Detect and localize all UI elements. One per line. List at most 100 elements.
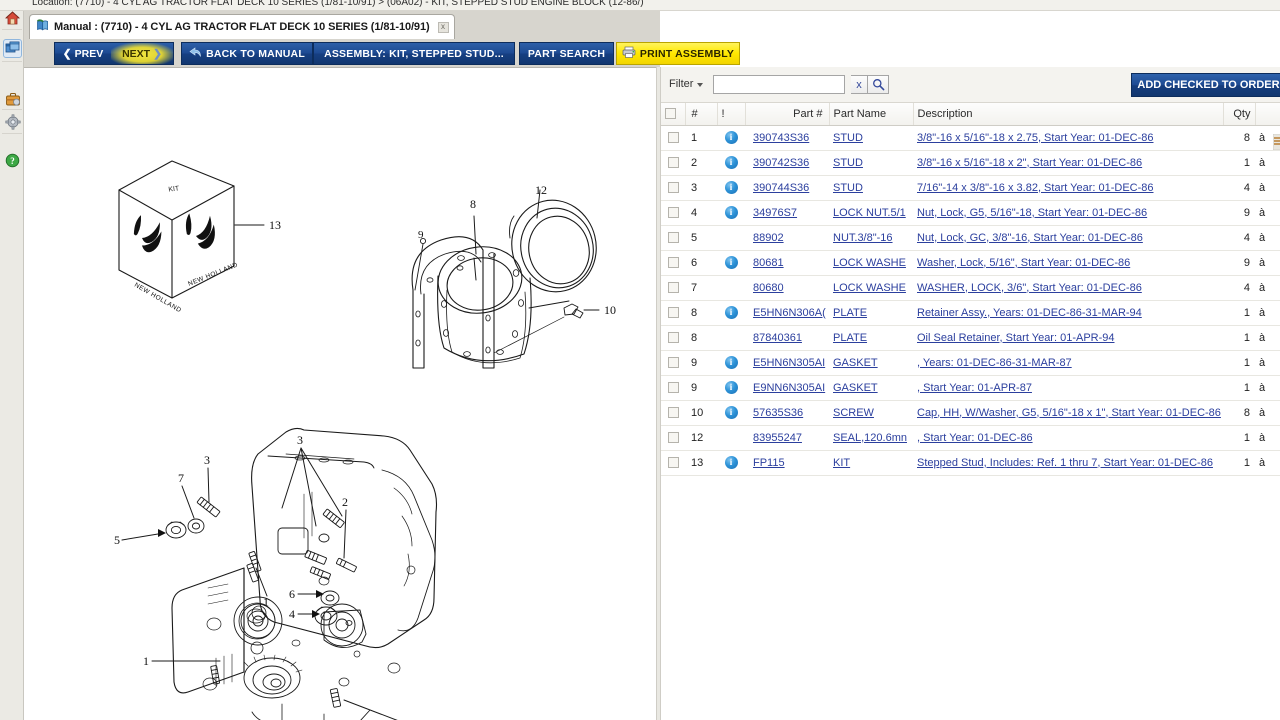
description-link[interactable]: 3/8"-16 x 5/16"-18 x 2", Start Year: 01-… (917, 157, 1142, 169)
row-checkbox[interactable] (667, 132, 679, 144)
row-info-cell[interactable]: i (717, 300, 745, 326)
part-no-link[interactable]: FP115 (753, 457, 785, 469)
row-description[interactable]: Stepped Stud, Includes: Ref. 1 thru 7, S… (913, 450, 1223, 476)
row-description[interactable]: 7/16"-14 x 3/8"-16 x 3.82, Start Year: 0… (913, 175, 1223, 201)
description-link[interactable]: Washer, Lock, 5/16", Start Year: 01-DEC-… (917, 257, 1130, 269)
search-icon[interactable] (868, 75, 889, 94)
row-part-name[interactable]: NUT.3/8"-16 (829, 225, 913, 251)
row-part-name[interactable]: LOCK NUT.5/1 (829, 200, 913, 226)
part-no-link[interactable]: E5HN6N306A( (753, 307, 826, 319)
info-icon[interactable]: i (724, 131, 738, 144)
description-link[interactable]: Nut, Lock, GC, 3/8"-16, Start Year: 01-D… (917, 232, 1143, 244)
row-part-name[interactable]: GASKET (829, 375, 913, 401)
prev-button[interactable]: ❮ PREV (55, 43, 111, 64)
info-icon[interactable]: i (724, 406, 738, 419)
row-description[interactable]: Oil Seal Retainer, Start Year: 01-APR-94 (913, 325, 1223, 351)
row-part-no[interactable]: FP115 (745, 450, 829, 476)
help-icon[interactable]: ? (3, 151, 22, 170)
part-name-link[interactable]: SEAL,120.6mn (833, 432, 907, 444)
table-row[interactable]: 8 87840361 PLATE Oil Seal Retainer, Start Y… (661, 325, 1280, 351)
filter-dropdown[interactable]: Filter (669, 78, 704, 90)
description-link[interactable]: 7/16"-14 x 3/8"-16 x 3.82, Start Year: 0… (917, 182, 1154, 194)
row-part-no[interactable]: 80681 (745, 250, 829, 276)
row-checkbox-cell[interactable] (661, 325, 685, 351)
description-link[interactable]: , Start Year: 01-APR-87 (917, 382, 1032, 394)
row-part-no[interactable]: E5HN6N306A( (745, 300, 829, 326)
column-header-info[interactable]: ! (717, 103, 746, 126)
tab-manual[interactable]: Manual : (7710) - 4 CYL AG TRACTOR FLAT … (29, 14, 455, 39)
row-info-cell[interactable]: i (717, 350, 745, 376)
row-checkbox[interactable] (667, 182, 679, 194)
windows-icon[interactable] (3, 39, 22, 58)
info-icon[interactable]: i (724, 181, 738, 194)
table-row[interactable]: 2 i 390742S36 STUD 3/8"-16 x 5/16"-18 x 2", … (661, 150, 1280, 176)
part-search-button[interactable]: PART SEARCH (519, 42, 614, 65)
row-info-cell[interactable]: i (717, 175, 745, 201)
row-checkbox[interactable] (667, 382, 679, 394)
info-icon[interactable]: i (724, 456, 738, 469)
table-row[interactable]: 12 83955247 SEAL,120.6mn , Start Year: 01-D… (661, 425, 1280, 451)
part-no-link[interactable]: 87840361 (753, 332, 802, 344)
table-row[interactable]: 5 88902 NUT.3/8"-16 Nut, Lock, GC, 3/8"-16,… (661, 225, 1280, 251)
row-checkbox-cell[interactable] (661, 150, 685, 176)
row-checkbox-cell[interactable] (661, 300, 685, 326)
add-checked-to-order-button[interactable]: ADD CHECKED TO ORDER (1131, 73, 1280, 97)
table-row[interactable]: 6 i 80681 LOCK WASHE Washer, Lock, 5/16", St… (661, 250, 1280, 276)
part-name-link[interactable]: STUD (833, 182, 863, 194)
row-description[interactable]: Cap, HH, W/Washer, G5, 5/16"-18 x 1", St… (913, 400, 1223, 426)
row-info-cell[interactable]: i (717, 150, 745, 176)
print-assembly-button[interactable]: PRINT ASSEMBLY (616, 42, 740, 65)
description-link[interactable]: , Years: 01-DEC-86-31-MAR-87 (917, 357, 1072, 369)
info-icon[interactable]: i (724, 381, 738, 394)
row-checkbox[interactable] (667, 332, 679, 344)
row-part-no[interactable]: 88902 (745, 225, 829, 251)
row-checkbox[interactable] (667, 407, 679, 419)
part-name-link[interactable]: NUT.3/8"-16 (833, 232, 893, 244)
table-row[interactable]: 3 i 390744S36 STUD 7/16"-14 x 3/8"-16 x 3.82… (661, 175, 1280, 201)
row-part-no[interactable]: 80680 (745, 275, 829, 301)
table-row[interactable]: 1 i 390743S36 STUD 3/8"-16 x 5/16"-18 x 2.75… (661, 125, 1280, 151)
row-part-no[interactable]: 57635S36 (745, 400, 829, 426)
row-extra[interactable]: à (1255, 325, 1280, 351)
part-name-link[interactable]: LOCK WASHE (833, 257, 906, 269)
row-checkbox-cell[interactable] (661, 275, 685, 301)
row-extra[interactable]: à (1255, 450, 1280, 476)
part-name-link[interactable]: KIT (833, 457, 850, 469)
info-icon[interactable]: i (724, 206, 738, 219)
info-icon[interactable]: i (724, 156, 738, 169)
row-description[interactable]: Nut, Lock, G5, 5/16"-18, Start Year: 01-… (913, 200, 1223, 226)
description-link[interactable]: , Start Year: 01-DEC-86 (917, 432, 1033, 444)
table-row[interactable]: 13 i FP115 KIT Stepped Stud, Includes: Ref. … (661, 450, 1280, 476)
briefcase-icon[interactable] (3, 89, 22, 108)
select-all-header[interactable] (661, 103, 686, 126)
row-part-no[interactable]: 83955247 (745, 425, 829, 451)
table-row[interactable]: 9 i E5HN6N305AI GASKET , Years: 01-DEC-86-31… (661, 350, 1280, 376)
column-header-extra[interactable] (1255, 103, 1280, 126)
row-checkbox-cell[interactable] (661, 425, 685, 451)
row-extra[interactable]: à (1255, 200, 1280, 226)
row-checkbox-cell[interactable] (661, 400, 685, 426)
row-checkbox[interactable] (667, 207, 679, 219)
row-checkbox[interactable] (667, 257, 679, 269)
part-no-link[interactable]: 390743S36 (753, 132, 809, 144)
row-extra[interactable]: à (1255, 250, 1280, 276)
row-part-no[interactable]: E9NN6N305AI (745, 375, 829, 401)
row-checkbox[interactable] (667, 357, 679, 369)
part-name-link[interactable]: GASKET (833, 357, 878, 369)
row-extra[interactable]: à (1255, 300, 1280, 326)
filter-input[interactable] (713, 75, 845, 94)
part-no-link[interactable]: E5HN6N305AI (753, 357, 825, 369)
column-header-description[interactable]: Description (913, 103, 1224, 126)
part-name-link[interactable]: SCREW (833, 407, 874, 419)
column-header-part-name[interactable]: Part Name (829, 103, 914, 126)
row-info-cell[interactable]: i (717, 375, 745, 401)
row-description[interactable]: Nut, Lock, GC, 3/8"-16, Start Year: 01-D… (913, 225, 1223, 251)
row-extra[interactable]: à (1255, 275, 1280, 301)
row-checkbox[interactable] (667, 232, 679, 244)
part-no-link[interactable]: 83955247 (753, 432, 802, 444)
row-extra[interactable]: à (1255, 175, 1280, 201)
table-row[interactable]: 10 i 57635S36 SCREW Cap, HH, W/Washer, G5, 5… (661, 400, 1280, 426)
row-description[interactable]: WASHER, LOCK, 3/6", Start Year: 01-DEC-8… (913, 275, 1223, 301)
row-description[interactable]: Washer, Lock, 5/16", Start Year: 01-DEC-… (913, 250, 1223, 276)
clear-icon[interactable]: x (851, 75, 868, 94)
